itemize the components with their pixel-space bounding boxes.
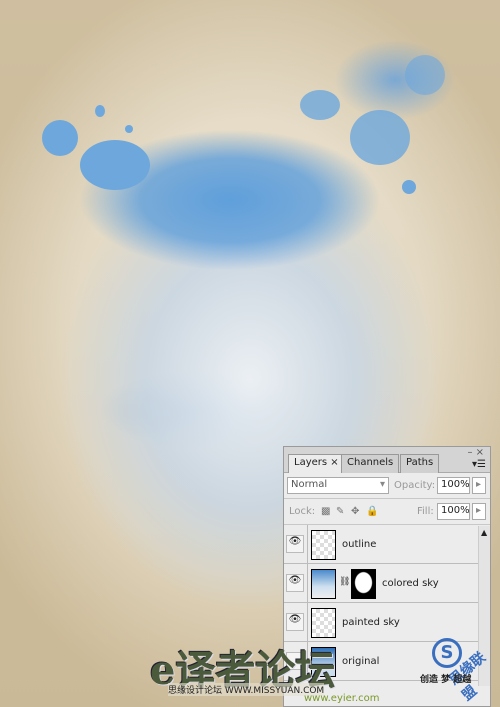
- layer-name: colored sky: [382, 578, 439, 589]
- opacity-input[interactable]: 100%: [437, 477, 470, 494]
- eye-icon[interactable]: 👁: [286, 535, 304, 553]
- paint-splatter: [350, 110, 410, 165]
- paint-splatter: [42, 120, 78, 156]
- blend-mode-select[interactable]: Normal ▾: [287, 477, 389, 494]
- paint-splatter: [95, 105, 105, 117]
- paint-splatter: [402, 180, 416, 194]
- eye-icon[interactable]: 👁: [286, 574, 304, 592]
- paint-splatter: [405, 55, 445, 95]
- blend-mode-value: Normal: [291, 479, 328, 490]
- panel-tabs: Layers × Channels Paths – × ▾☰: [284, 447, 490, 473]
- lock-transparency-icon[interactable]: ▩: [321, 506, 330, 517]
- tab-layers[interactable]: Layers ×: [288, 454, 345, 473]
- paint-splatter: [125, 125, 133, 133]
- layer-thumbnail: [311, 608, 336, 638]
- blend-row: Normal ▾ Opacity: 100% ▸: [284, 473, 490, 499]
- watermark-missyuan: 思缘设计论坛 WWW.MISSYUAN.COM: [168, 683, 325, 696]
- tab-channels[interactable]: Channels: [341, 454, 400, 473]
- watermark-eyier: www.eyier.com: [304, 693, 380, 704]
- layer-name: original: [342, 656, 380, 667]
- link-chain-icon[interactable]: ⛓: [339, 577, 350, 587]
- lock-brush-icon[interactable]: ✎: [336, 506, 344, 517]
- fill-label: Fill:: [417, 506, 434, 517]
- opacity-label: Opacity:: [394, 480, 436, 491]
- fill-slider-button[interactable]: ▸: [472, 503, 486, 520]
- window-controls[interactable]: – ×: [467, 447, 484, 458]
- lock-row: Lock: ▩ ✎ ✥ 🔒 Fill: 100% ▸: [284, 499, 490, 525]
- tab-paths[interactable]: Paths: [400, 454, 440, 473]
- layer-name: outline: [342, 539, 377, 550]
- opacity-slider-button[interactable]: ▸: [472, 477, 486, 494]
- eye-icon[interactable]: 👁: [286, 613, 304, 631]
- layer-thumbnail: [311, 569, 336, 599]
- layer-row[interactable]: 👁 ⛓ colored sky: [284, 564, 490, 603]
- lock-label: Lock:: [289, 506, 316, 517]
- chevron-down-icon: ▾: [379, 479, 385, 490]
- paint-splatter: [80, 140, 150, 190]
- layer-name: painted sky: [342, 617, 400, 628]
- layer-mask-thumbnail[interactable]: [351, 569, 376, 599]
- lock-move-icon[interactable]: ✥: [351, 506, 359, 517]
- paint-splatter: [300, 90, 340, 120]
- panel-menu-icon[interactable]: ▾☰: [472, 459, 486, 470]
- fill-input[interactable]: 100%: [437, 503, 470, 520]
- lock-all-icon[interactable]: 🔒: [366, 506, 378, 517]
- watermark-slogan: 创造 梦 超越: [420, 675, 472, 685]
- watermark-logo: S 思缘联盟: [412, 620, 497, 704]
- layer-row[interactable]: 👁 outline: [284, 525, 490, 564]
- layer-thumbnail: [311, 530, 336, 560]
